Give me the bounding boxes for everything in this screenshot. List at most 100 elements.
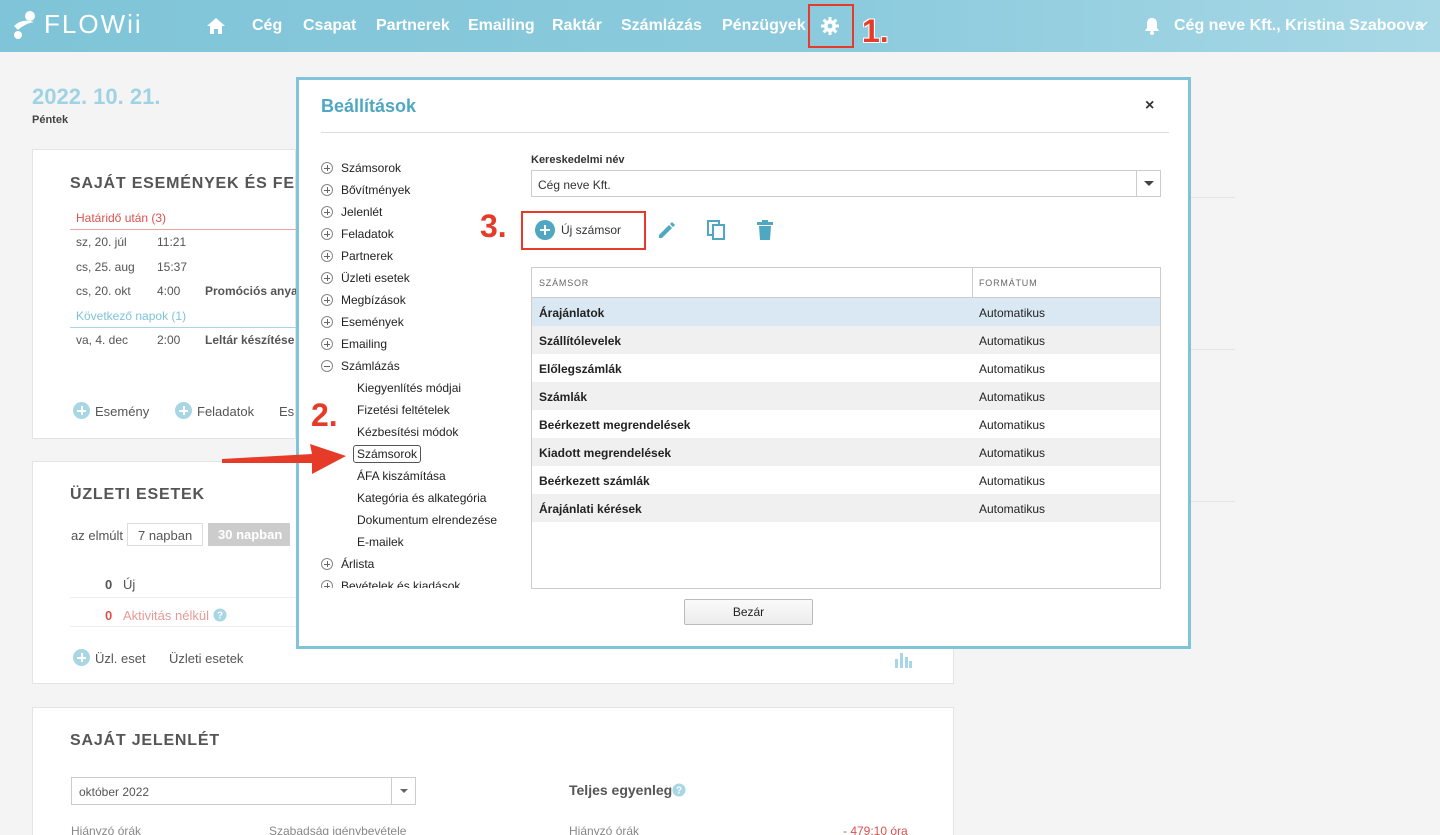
dashboard-date: 2022. 10. 21.: [32, 84, 161, 109]
user-menu[interactable]: Cég neve Kft., Kristina Szaboova: [1174, 17, 1424, 35]
nav-item-emailing[interactable]: Emailing: [468, 17, 535, 35]
side-divider: [1191, 197, 1235, 198]
expand-icon[interactable]: [321, 580, 333, 588]
event-day: sz, 20. júl: [76, 235, 127, 249]
nav-item-raktar[interactable]: Raktár: [552, 17, 602, 35]
add-event-icon[interactable]: [73, 402, 90, 419]
expand-icon[interactable]: [321, 250, 333, 262]
tree-item-megbizasok[interactable]: Megbízások: [321, 290, 406, 310]
table-row[interactable]: Kiadott megrendelések Automatikus: [532, 438, 1160, 466]
tree-item-label: Megbízások: [341, 293, 406, 307]
expand-icon[interactable]: [321, 206, 333, 218]
event-title[interactable]: Promóciós anyag: [205, 284, 305, 298]
tree-child-szamsorok-selected[interactable]: Számsorok: [353, 445, 422, 463]
new-number-series-button[interactable]: Új számsor: [535, 218, 621, 242]
add-deal-icon[interactable]: [73, 649, 90, 666]
month-select[interactable]: október 2022: [71, 777, 416, 805]
nav-item-penzugyek[interactable]: Pénzügyek: [722, 17, 806, 35]
tree-child-kezbesitesi-modok[interactable]: Kézbesítési módok: [357, 422, 458, 442]
bell-icon[interactable]: [1144, 17, 1160, 35]
expand-icon[interactable]: [321, 338, 333, 350]
expand-icon[interactable]: [321, 294, 333, 306]
expand-icon[interactable]: [321, 162, 333, 174]
deals-new-label[interactable]: Új: [123, 577, 135, 592]
tree-item-esemenyek[interactable]: Események: [321, 312, 404, 332]
table-cell-format: Automatikus: [979, 390, 1046, 404]
add-event-link[interactable]: Esemény: [95, 404, 149, 419]
expand-icon[interactable]: [321, 558, 333, 570]
tree-child-afa[interactable]: ÁFA kiszámítása: [357, 466, 446, 486]
tree-child-kiegyenlites[interactable]: Kiegyenlítés módjai: [357, 378, 461, 398]
help-icon[interactable]: ?: [672, 783, 686, 797]
total-balance-label: Teljes egyenleg: [569, 782, 673, 798]
gear-icon[interactable]: [820, 16, 840, 36]
expand-icon[interactable]: [321, 184, 333, 196]
side-divider: [1191, 349, 1235, 350]
table-row[interactable]: Árajánlatok Automatikus: [532, 298, 1160, 326]
table-cell-format: Automatikus: [979, 502, 1046, 516]
table-row[interactable]: Beérkezett megrendelések Automatikus: [532, 410, 1160, 438]
tree-child-kategoria[interactable]: Kategória és alkategória: [357, 488, 486, 508]
tree-item-arlista[interactable]: Árlista: [321, 554, 374, 574]
close-icon[interactable]: ×: [1145, 97, 1154, 115]
tree-item-uzleti-esetek[interactable]: Üzleti esetek: [321, 268, 410, 288]
month-select-button[interactable]: [391, 778, 415, 804]
nav-item-szamlazas[interactable]: Számlázás: [621, 17, 702, 35]
event-time: 4:00: [157, 284, 181, 298]
expand-icon[interactable]: [321, 228, 333, 240]
tree-item-label: Események: [341, 315, 404, 329]
column-header-szamsor[interactable]: SZÁMSOR: [539, 268, 589, 297]
nav-item-partnerek[interactable]: Partnerek: [376, 17, 450, 35]
tree-child-dokumentum[interactable]: Dokumentum elrendezése: [357, 510, 497, 530]
tree-item-szamsorok[interactable]: Számsorok: [321, 158, 401, 178]
column-header-formatum[interactable]: FORMÁTUM: [979, 268, 1037, 297]
deals-list-link[interactable]: Üzleti esetek: [169, 651, 243, 666]
trash-icon[interactable]: [754, 219, 776, 241]
deals-inactive-count: 0: [105, 608, 113, 623]
tree-item-szamlazas[interactable]: Számlázás: [321, 356, 400, 376]
add-deal-link[interactable]: Üzl. eset: [95, 651, 146, 666]
trade-name-select[interactable]: Cég neve Kft.: [531, 170, 1161, 197]
tree-child-emailek[interactable]: E-mailek: [357, 532, 404, 552]
collapse-icon[interactable]: [321, 360, 333, 372]
add-task-link[interactable]: Feladatok: [197, 404, 254, 419]
add-task-icon[interactable]: [175, 402, 192, 419]
period-30-days[interactable]: 30 napban: [208, 523, 290, 546]
deals-new-count: 0: [105, 577, 113, 592]
expand-icon[interactable]: [321, 316, 333, 328]
event-day: cs, 20. okt: [76, 284, 131, 298]
home-icon[interactable]: [206, 16, 226, 36]
edit-pencil-icon[interactable]: [656, 219, 678, 241]
bar-chart-icon[interactable]: [894, 651, 912, 668]
nav-item-ceg[interactable]: Cég: [252, 17, 282, 35]
table-cell-name: Kiadott megrendelések: [539, 446, 672, 460]
period-7-days[interactable]: 7 napban: [127, 523, 203, 546]
tree-item-partnerek[interactable]: Partnerek: [321, 246, 393, 266]
table-row[interactable]: Árajánlati kérések Automatikus: [532, 494, 1160, 522]
table-cell-name: Árajánlatok: [539, 306, 605, 320]
deals-inactive-label[interactable]: Aktivitás nélkül: [123, 608, 209, 623]
event-title[interactable]: Leltár készítése: [205, 333, 294, 347]
table-row[interactable]: Szállítólevelek Automatikus: [532, 326, 1160, 354]
copy-icon[interactable]: [705, 219, 727, 241]
tree-item-label: Jelenlét: [341, 205, 383, 219]
nav-item-csapat[interactable]: Csapat: [303, 17, 356, 35]
table-row[interactable]: Beérkezett számlák Automatikus: [532, 466, 1160, 494]
tree-item-bevetelek[interactable]: Bevételek és kiadások: [321, 576, 460, 588]
tree-child-fizetesi-feltetelek[interactable]: Fizetési feltételek: [357, 400, 450, 420]
chevron-down-icon[interactable]: [1415, 18, 1429, 32]
help-icon[interactable]: ?: [213, 608, 227, 622]
plus-circle-icon: [535, 220, 555, 240]
events-more-link[interactable]: Es: [279, 404, 294, 419]
close-button[interactable]: Bezár: [684, 599, 813, 625]
expand-icon[interactable]: [321, 272, 333, 284]
table-row[interactable]: Előlegszámlák Automatikus: [532, 354, 1160, 382]
app-logo[interactable]: FLOWii: [12, 9, 143, 40]
tree-item-jelenlet[interactable]: Jelenlét: [321, 202, 382, 222]
tree-item-bovitmenyek[interactable]: Bővítmények: [321, 180, 410, 200]
tree-item-emailing[interactable]: Emailing: [321, 334, 387, 354]
caret-down-icon[interactable]: [1136, 171, 1160, 196]
leave-label: Szabadság igénybevétele: [269, 824, 407, 835]
tree-item-feladatok[interactable]: Feladatok: [321, 224, 394, 244]
table-row[interactable]: Számlák Automatikus: [532, 382, 1160, 410]
